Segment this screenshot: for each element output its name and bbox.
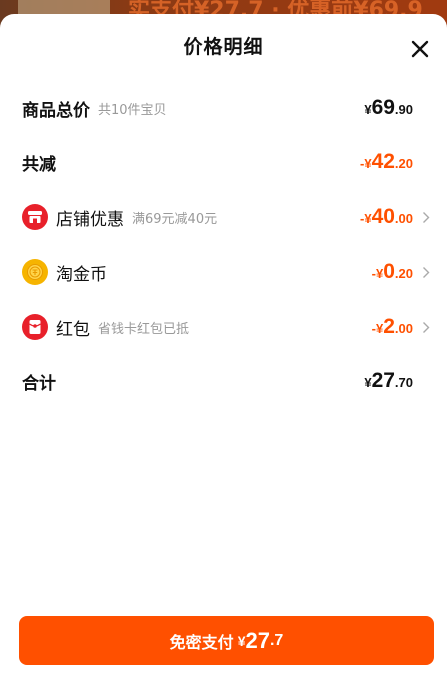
pay-currency: ¥ [237,632,246,649]
total-discount-amount: -¥ 42 .20 [360,150,413,173]
password-free-pay-button[interactable]: 免密支付 ¥ 27 .7 [19,616,434,665]
goods-count: 共10件宝贝 [98,102,167,118]
grand-total-row: 合计 ¥ 27 .70 [22,364,433,398]
shop-icon [22,204,48,230]
shop-discount-row[interactable]: 店铺优惠 满69元减40元 -¥ 40 .00 [22,200,433,234]
red-packet-label: 红包 [56,319,90,340]
sheet-header: 价格明细 [0,14,447,76]
price-detail-sheet: 价格明细 商品总价 共10件宝贝 ¥ 69 .90 共减 -¥ 42 .20 店… [0,14,447,673]
taojinbi-row[interactable]: 淘金币 -¥ 0 .20 [22,255,433,289]
grand-total-label: 合计 [22,373,56,394]
goods-total-label: 商品总价 [22,100,90,121]
chevron-right-icon [419,321,433,334]
red-packet-row[interactable]: 红包 省钱卡红包已抵 -¥ 2 .00 [22,310,433,344]
close-button[interactable] [407,36,433,62]
chevron-right-icon [419,211,433,224]
pay-amount-int: 27 [245,627,270,653]
sheet-title: 价格明细 [183,36,264,58]
goods-total-row: 商品总价 共10件宝贝 ¥ 69 .90 [22,91,433,125]
taojinbi-label: 淘金币 [56,264,107,285]
red-packet-amount: -¥ 2 .00 [371,315,413,338]
total-discount-label: 共减 [22,154,56,175]
shop-discount-rule: 满69元减40元 [132,211,218,227]
close-icon [411,40,429,58]
pay-button-label: 免密支付 [169,632,234,652]
total-discount-row: 共减 -¥ 42 .20 [22,145,433,179]
pay-amount-dec: .7 [269,631,284,649]
red-packet-icon [22,314,48,340]
gold-coin-icon [22,259,48,285]
shop-discount-label: 店铺优惠 [56,209,124,230]
chevron-right-icon [419,266,433,279]
red-packet-note: 省钱卡红包已抵 [98,321,190,337]
goods-total-amount: ¥ 69 .90 [364,96,413,119]
grand-total-amount: ¥ 27 .70 [364,369,413,392]
shop-discount-amount: -¥ 40 .00 [360,205,413,228]
taojinbi-amount: -¥ 0 .20 [371,260,413,283]
